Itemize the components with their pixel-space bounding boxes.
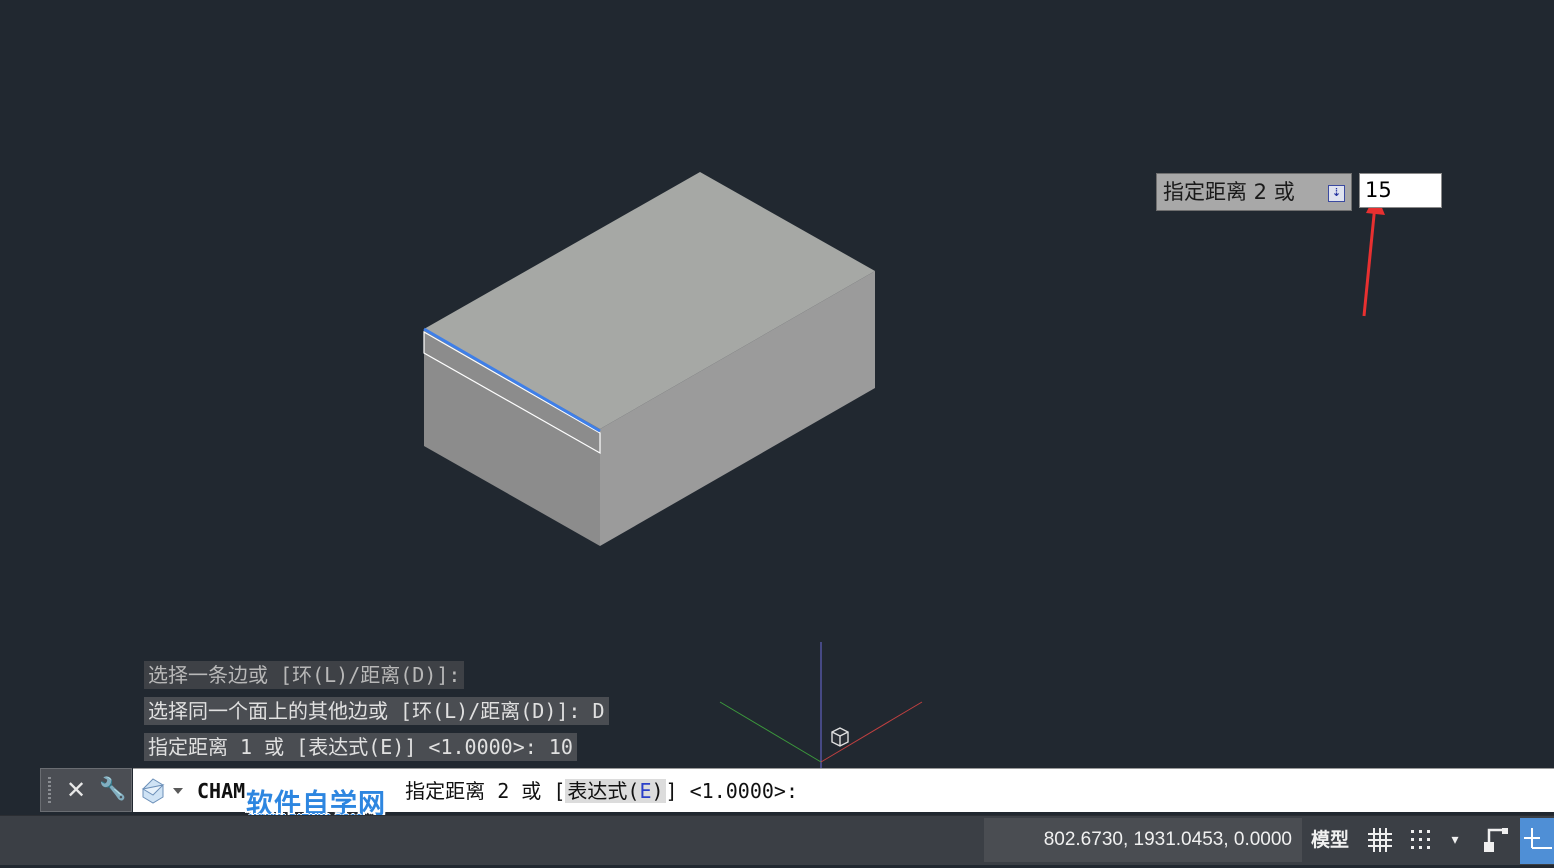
drawing-viewport[interactable]: 指定距离 2 或 ⇣ 15 选择一条边或 [环(L)/距离(D)]: 选择同一个… [0, 0, 1554, 815]
red-arrow-icon [1362, 193, 1385, 317]
snap-dots-icon[interactable] [1405, 824, 1437, 856]
ucs-axes-icon [719, 642, 923, 768]
command-name: CHAM [197, 779, 246, 803]
command-history-line: 选择同一个面上的其他边或 [环(L)/距离(D)]: D [144, 697, 609, 725]
polar-tracking-icon[interactable] [1520, 818, 1554, 864]
command-history-line: 选择一条边或 [环(L)/距离(D)]: [144, 661, 465, 689]
model-space-button[interactable]: 模型 [1304, 818, 1356, 862]
command-prompt-after: ] <1.0000>: [665, 779, 798, 803]
wrench-icon[interactable]: 🔧 [99, 774, 127, 806]
chevron-down-icon[interactable]: ▾ [1444, 824, 1466, 856]
command-prompt-before: 指定距离 2 或 [ [405, 779, 566, 803]
command-line-input[interactable]: CHAM 指定距离 2 或 [表达式(E)] <1.0000>: [133, 768, 1554, 812]
ortho-icon[interactable] [1480, 824, 1512, 856]
status-bar: 802.6730, 1931.0453, 0.0000 模型 ▾ [0, 815, 1554, 865]
command-line-controls: ✕ 🔧 [40, 768, 132, 812]
dynamic-input-prompt: 指定距离 2 或 ⇣ [1156, 173, 1352, 211]
dynamic-input-field[interactable]: 15 [1359, 173, 1442, 208]
option-key: E [639, 779, 652, 803]
arrow-down-icon[interactable]: ⇣ [1328, 185, 1345, 202]
grid-icon[interactable] [1364, 824, 1396, 856]
model-space-canvas[interactable] [0, 0, 1554, 815]
close-icon[interactable]: ✕ [63, 774, 89, 806]
dynamic-input-label: 指定距离 2 或 [1163, 180, 1295, 204]
coordinates-readout[interactable]: 802.6730, 1931.0453, 0.0000 [984, 818, 1302, 862]
command-history-line: 指定距离 1 或 [表达式(E)] <1.0000>: 10 [144, 733, 577, 761]
option-label: 表达式( [567, 779, 640, 803]
drag-handle-icon[interactable] [48, 777, 51, 805]
recent-commands-icon[interactable] [139, 775, 187, 805]
expression-option[interactable]: 表达式(E) [565, 779, 666, 803]
option-label-end: ) [651, 779, 664, 803]
command-prompt-text: CHAM 指定距离 2 或 [表达式(E)] <1.0000>: [197, 769, 798, 813]
